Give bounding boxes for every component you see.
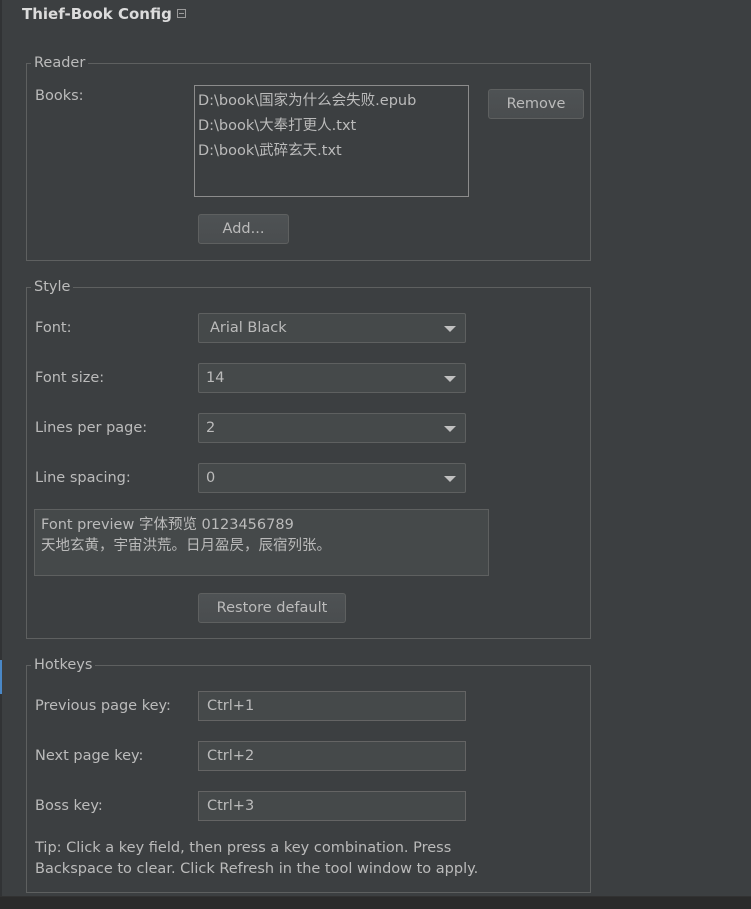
previous-page-key-field[interactable]: Ctrl+1	[198, 691, 466, 721]
line-spacing-label: Line spacing:	[35, 470, 131, 486]
font-size-label: Font size:	[35, 370, 105, 386]
lines-per-page-label: Lines per page:	[35, 420, 148, 436]
left-edge	[0, 0, 2, 908]
boss-key-label: Boss key:	[35, 798, 103, 814]
bottom-bar	[0, 896, 751, 909]
font-preview: Font preview 字体预览 0123456789 天地玄黄，宇宙洪荒。日…	[34, 509, 489, 576]
books-list[interactable]: D:\book\国家为什么会失败.epub D:\book\大奉打更人.txt …	[194, 85, 469, 197]
font-select[interactable]: Arial Black	[198, 313, 466, 343]
list-item[interactable]: D:\book\大奉打更人.txt	[198, 114, 465, 139]
list-item[interactable]: D:\book\国家为什么会失败.epub	[198, 89, 465, 114]
chevron-down-icon	[444, 476, 456, 482]
hotkeys-legend: Hotkeys	[31, 656, 96, 674]
style-legend: Style	[31, 278, 74, 296]
font-label: Font:	[35, 320, 72, 336]
chevron-down-icon	[444, 376, 456, 382]
line-spacing-select[interactable]: 0	[198, 463, 466, 493]
remove-button[interactable]: Remove	[488, 89, 584, 119]
font-select-value: Arial Black	[210, 320, 287, 336]
font-size-select[interactable]: 14	[198, 363, 466, 393]
next-page-key-field[interactable]: Ctrl+2	[198, 741, 466, 771]
hotkeys-tip: Tip: Click a key field, then press a key…	[35, 838, 478, 880]
books-label: Books:	[35, 88, 84, 104]
preview-line-1: Font preview 字体预览 0123456789	[41, 517, 294, 533]
selection-marker	[0, 660, 2, 694]
lines-per-page-select[interactable]: 2	[198, 413, 466, 443]
chevron-down-icon	[444, 326, 456, 332]
previous-page-key-label: Previous page key:	[35, 698, 171, 714]
reader-legend: Reader	[31, 54, 89, 72]
add-book-button[interactable]: Add...	[198, 214, 289, 244]
tip-line-2: Backspace to clear. Click Refresh in the…	[35, 861, 479, 877]
window-title: Thief-Book Config	[22, 5, 172, 23]
font-size-value: 14	[206, 370, 225, 386]
next-page-key-label: Next page key:	[35, 748, 144, 764]
preview-line-2: 天地玄黄，宇宙洪荒。日月盈昃，辰宿列张。	[41, 538, 331, 554]
boss-key-field[interactable]: Ctrl+3	[198, 791, 466, 821]
lines-per-page-value: 2	[206, 420, 216, 436]
restore-default-button[interactable]: Restore default	[198, 593, 346, 623]
tip-line-1: Tip: Click a key field, then press a key…	[35, 840, 452, 856]
line-spacing-value: 0	[206, 470, 216, 486]
collapse-icon[interactable]	[177, 9, 186, 18]
chevron-down-icon	[444, 426, 456, 432]
list-item[interactable]: D:\book\武碎玄天.txt	[198, 139, 465, 164]
